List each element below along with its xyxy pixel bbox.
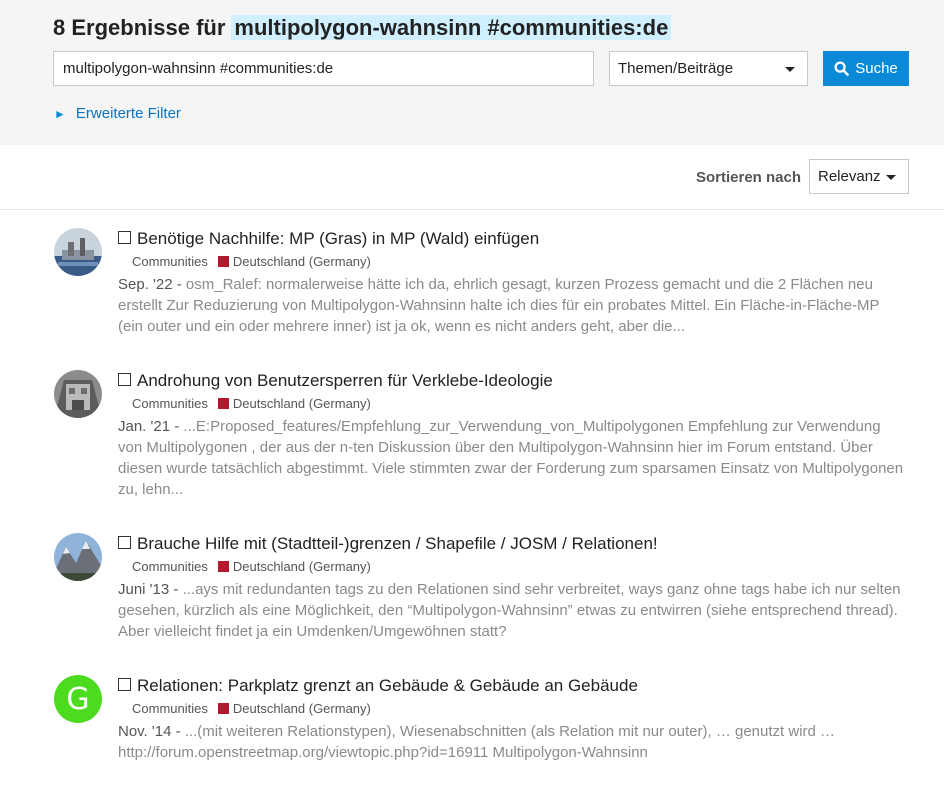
results-title: 8 Ergebnisse für multipolygon-wahnsinn #c… [53,13,672,43]
result-excerpt: osm_Ralef: normalerweise hätte ich da, e… [118,276,880,335]
result-title-text: Relationen: Parkplatz grenzt an Gebäude … [137,676,638,695]
category-name: Deutschland (Germany) [232,700,371,716]
result-category[interactable]: Communities Deutschland (Germany) [132,557,908,575]
checkbox-icon[interactable] [118,677,131,691]
checkbox-icon[interactable] [118,230,131,244]
category-color-icon [217,702,229,714]
result-blurb[interactable]: Jan. '21 - ...E:Proposed_features/Empfeh… [118,416,908,500]
sort-label: Sortieren nach [695,169,801,186]
advanced-filter-toggle[interactable]: ► Erweiterte Filter [54,105,181,122]
checkbox-icon[interactable] [118,372,131,386]
letter-avatar[interactable]: G [54,675,102,723]
caret-down-icon [886,175,896,180]
results-count: 8 Ergebnisse für [53,15,226,40]
result-category[interactable]: Communities Deutschland (Germany) [132,699,908,717]
search-button-label: Suche [855,60,898,77]
category-color-icon [217,560,229,572]
result-blurb[interactable]: Nov. '14 - ...(mit weiteren Relationstyp… [118,721,908,763]
result-blurb[interactable]: Juni '13 - ...ays mit redundanten tags z… [118,579,908,642]
triangle-right-icon: ► [54,106,66,121]
category-parent: Communities [132,558,208,574]
result-date: Nov. '14 - [118,723,181,740]
building-photo-avatar[interactable] [54,370,102,418]
category-parent: Communities [132,253,208,269]
category-color-icon [217,255,229,267]
result-date: Jan. '21 - [118,418,180,435]
search-header: 8 Ergebnisse für multipolygon-wahnsinn #c… [0,0,944,145]
category-parent: Communities [132,395,208,411]
sort-select[interactable]: Relevanz [809,159,909,194]
category-name: Deutschland (Germany) [232,395,371,411]
advanced-filter-label: Erweiterte Filter [75,105,181,122]
result-title-link[interactable]: Benötige Nachhilfe: MP (Gras) in MP (Wal… [118,228,908,250]
result-title-text: Brauche Hilfe mit (Stadtteil-)grenzen / … [137,534,658,553]
category-name: Deutschland (Germany) [232,253,371,269]
result-title-text: Androhung von Benutzersperren für Verkle… [137,371,553,390]
result-blurb[interactable]: Sep. '22 - osm_Ralef: normalerweise hätt… [118,274,908,337]
search-input[interactable] [53,51,594,86]
category-color-icon [217,397,229,409]
search-term-highlight: multipolygon-wahnsinn #communities:de [231,15,672,40]
result-category[interactable]: Communities Deutschland (Germany) [132,394,908,412]
result-excerpt: ...ays mit redundanten tags zu den Relat… [118,581,901,640]
result-title-link[interactable]: Androhung von Benutzersperren für Verkle… [118,370,908,392]
sort-bar: Sortieren nach Relevanz [0,145,944,210]
search-type-value: Themen/Beiträge [618,60,734,77]
search-icon [834,61,850,76]
result-date: Sep. '22 - [118,276,182,293]
search-button[interactable]: Suche [823,51,909,86]
result-title-text: Benötige Nachhilfe: MP (Gras) in MP (Wal… [137,229,540,248]
checkbox-icon[interactable] [118,535,131,549]
result-title-link[interactable]: Relationen: Parkplatz grenzt an Gebäude … [118,675,908,697]
search-type-select[interactable]: Themen/Beiträge [609,51,808,86]
city-photo-avatar[interactable] [54,228,102,276]
mountain-photo-avatar[interactable] [54,533,102,581]
result-date: Juni '13 - [118,581,179,598]
result-excerpt: ...(mit weiteren Relationstypen), Wiesen… [118,723,836,761]
result-category[interactable]: Communities Deutschland (Germany) [132,252,908,270]
category-parent: Communities [132,700,208,716]
caret-down-icon [785,67,795,72]
result-excerpt: ...E:Proposed_features/Empfehlung_zur_Ve… [118,418,904,498]
result-title-link[interactable]: Brauche Hilfe mit (Stadtteil-)grenzen / … [118,533,908,555]
sort-value: Relevanz [818,168,881,185]
category-name: Deutschland (Germany) [232,558,371,574]
